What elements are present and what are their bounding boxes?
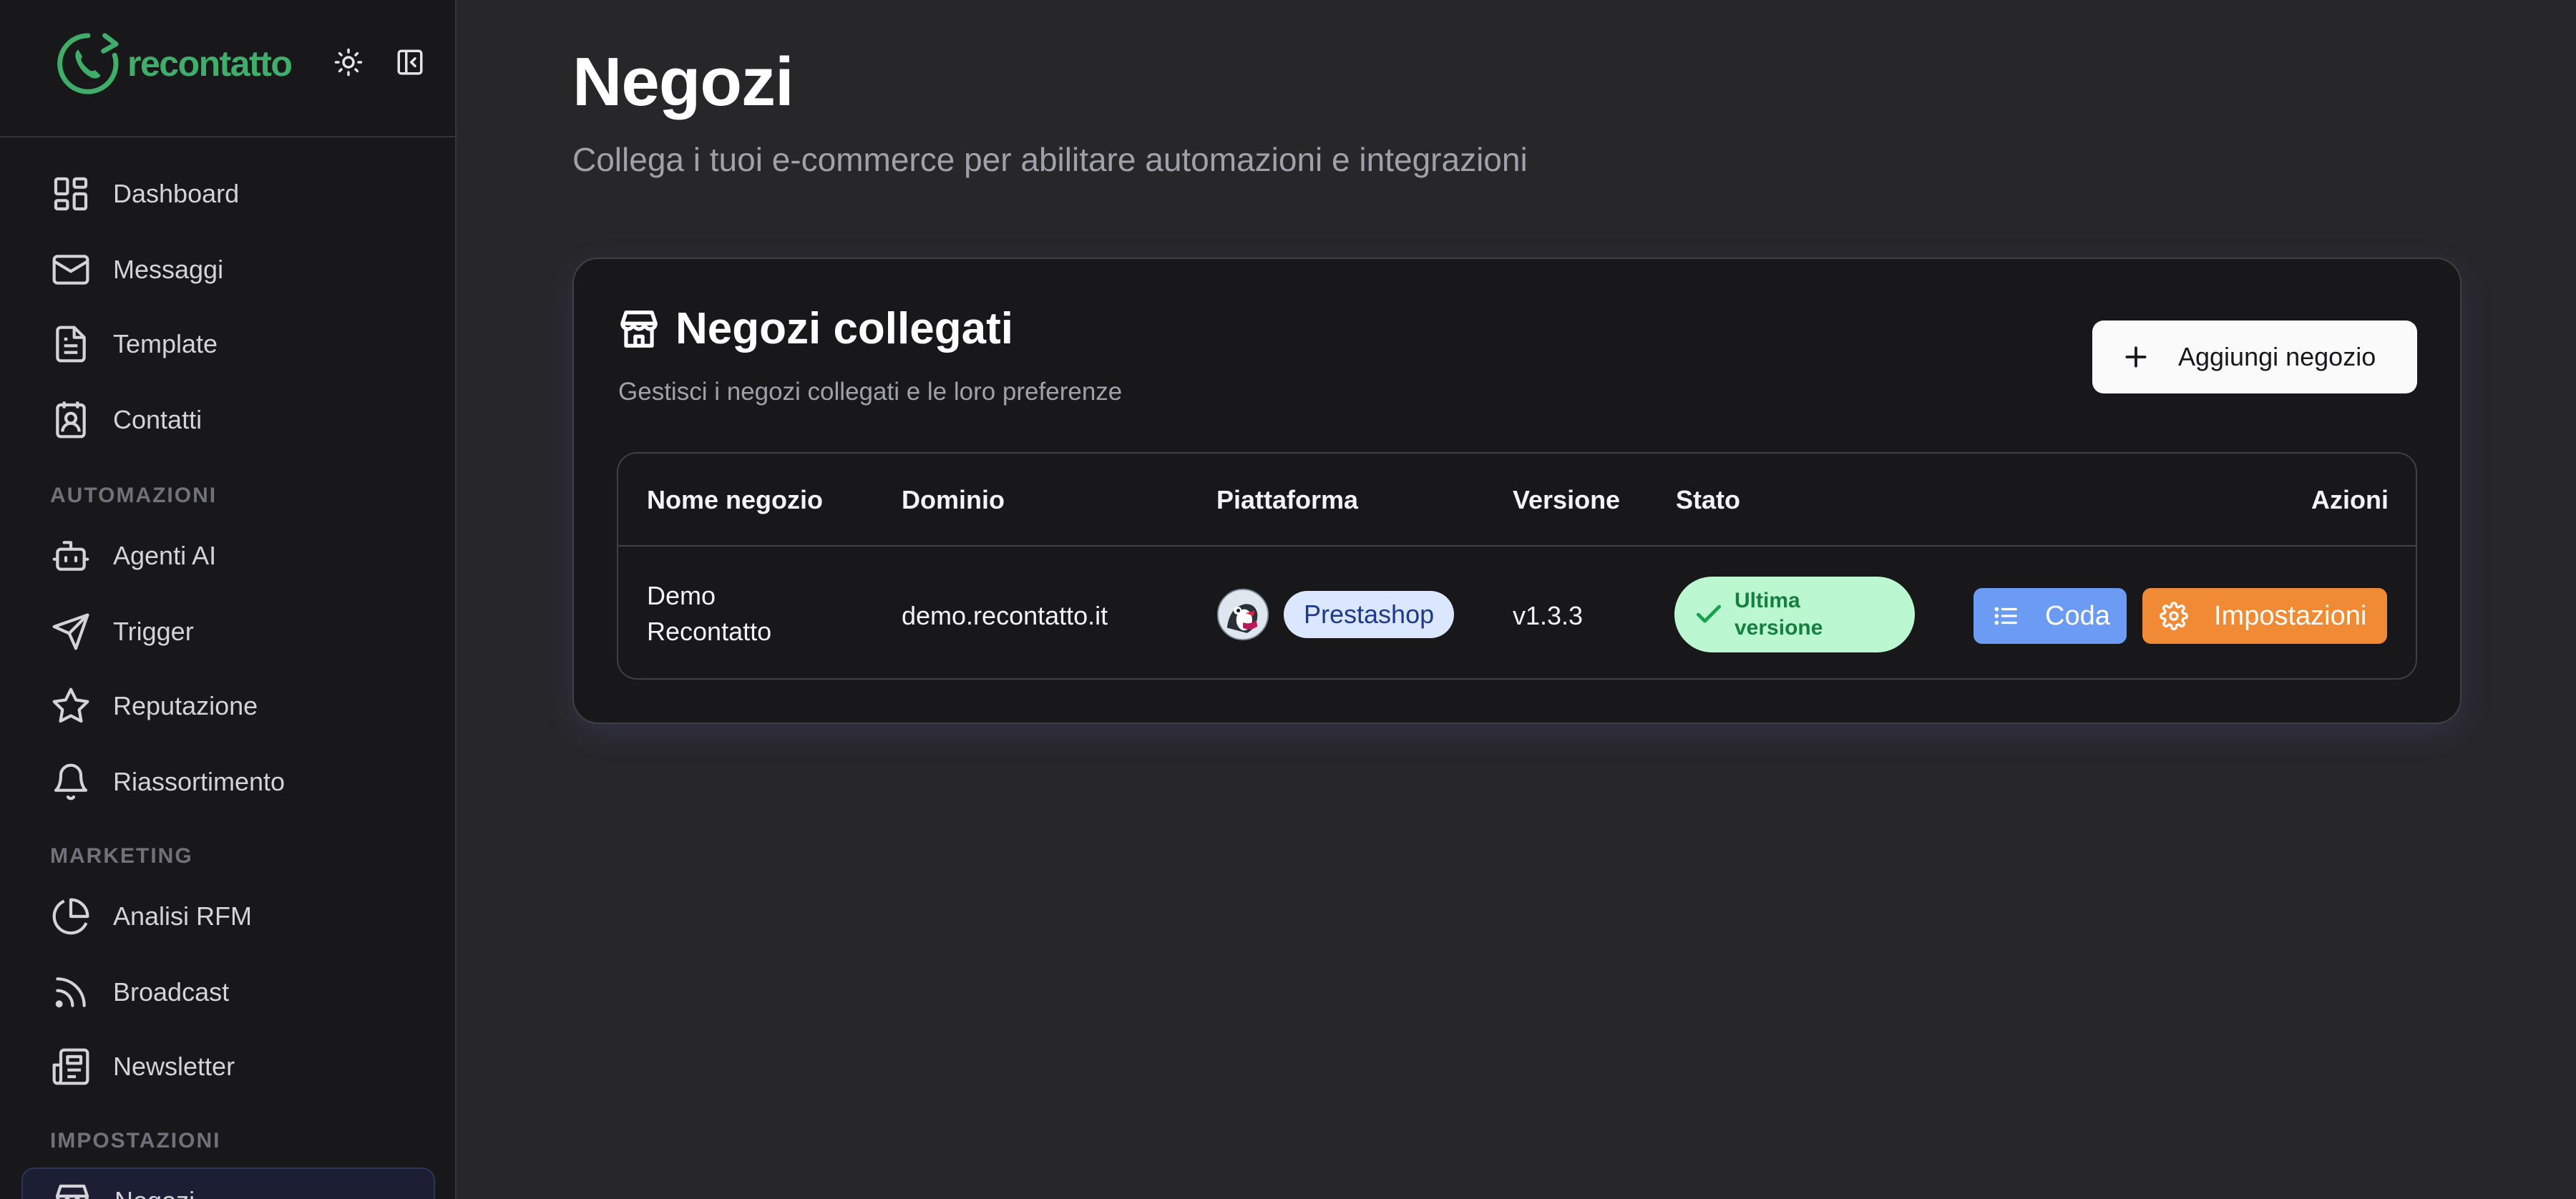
stores-table: Nome negozio Dominio Piattaforma Version… [617, 452, 2417, 680]
store-platform: Prestashop [1216, 588, 1455, 641]
store-name: Demo Recontatto [647, 581, 772, 646]
robot-icon [49, 534, 93, 578]
section-label-automazioni: AUTOMAZIONI [50, 484, 218, 507]
store-domain: demo.recontatto.it [902, 601, 1108, 630]
sidebar-item-trigger[interactable]: Trigger [21, 598, 435, 665]
column-header-name: Nome negozio [647, 485, 824, 514]
settings-button-label: Impostazioni [2214, 600, 2367, 631]
prestashop-logo-icon [1216, 588, 1269, 641]
store-icon [50, 1179, 94, 1199]
pie-chart-icon [49, 894, 93, 939]
column-header-version: Versione [1513, 485, 1621, 514]
plus-icon [2125, 346, 2147, 368]
sidebar-item-label: Riassortimento [113, 767, 286, 796]
star-icon [49, 684, 93, 728]
sidebar-header: recontatto [0, 0, 455, 137]
platform-badge: Prestashop [1284, 591, 1455, 638]
sidebar-item-label: Contatti [113, 405, 203, 434]
section-label-impostazioni: IMPOSTAZIONI [50, 1129, 221, 1152]
sidebar-item-label: Agenti AI [113, 541, 217, 570]
table-row: Demo Recontatto demo.recontatto.it Prest… [618, 548, 2416, 678]
store-settings-button[interactable]: Impostazioni [2142, 588, 2387, 644]
dashboard-icon [49, 172, 93, 216]
sidebar-item-label: Trigger [113, 617, 194, 646]
sidebar-item-template[interactable]: Template [21, 310, 435, 378]
sidebar-item-label: Negozi [114, 1186, 195, 1199]
send-icon [49, 610, 93, 654]
list-icon [1994, 607, 2017, 625]
contact-card-icon [49, 398, 93, 442]
store-version: v1.3.3 [1513, 601, 1584, 630]
page-title: Negozi [572, 44, 794, 120]
sidebar-item-negozi[interactable]: Negozi [21, 1168, 435, 1199]
logo-phone-icon [57, 33, 119, 94]
sidebar-item-dashboard[interactable]: Dashboard [21, 160, 435, 227]
status-text: Ultima versione [1735, 589, 1823, 640]
column-header-platform: Piattaforma [1216, 485, 1359, 514]
collapse-sidebar-button[interactable] [392, 44, 428, 80]
sun-icon [334, 48, 363, 77]
logo-text: recontatto [127, 44, 293, 84]
column-header-actions: Azioni [2311, 485, 2389, 514]
add-store-label: Aggiungi negozio [2178, 342, 2376, 371]
theme-toggle-button[interactable] [331, 44, 366, 80]
sidebar-item-reputazione[interactable]: Reputazione [21, 672, 435, 740]
panel-left-close-icon [397, 49, 423, 75]
card-title: Negozi collegati [675, 304, 1013, 353]
sidebar-item-label: Newsletter [113, 1052, 235, 1081]
sidebar-item-contatti[interactable]: Contatti [21, 386, 435, 454]
column-header-status: Stato [1676, 485, 1740, 514]
queue-button[interactable]: Coda [1974, 588, 2127, 644]
page-subtitle: Collega i tuoi e-commerce per abilitare … [572, 141, 1528, 178]
rss-icon [49, 970, 93, 1014]
sidebar-item-label: Messaggi [113, 255, 224, 284]
sidebar-item-label: Analisi RFM [113, 901, 253, 931]
sidebar-item-label: Broadcast [113, 977, 230, 1007]
sidebar-item-broadcast[interactable]: Broadcast [21, 959, 435, 1026]
sidebar-item-label: Template [113, 329, 218, 358]
document-icon [49, 322, 93, 366]
sidebar-item-label: Reputazione [113, 691, 258, 720]
stores-card: Negozi collegati Gestisci i negozi colle… [572, 258, 2462, 724]
bell-icon [49, 760, 93, 804]
sidebar-item-agenti-ai[interactable]: Agenti AI [21, 522, 435, 589]
mail-icon [49, 248, 93, 292]
column-header-domain: Dominio [902, 485, 1005, 514]
sidebar-item-messaggi[interactable]: Messaggi [21, 236, 435, 303]
sidebar-item-riassortimento[interactable]: Riassortimento [21, 748, 435, 816]
add-store-button[interactable]: Aggiungi negozio [2092, 320, 2417, 393]
gear-icon [2160, 602, 2188, 630]
queue-button-label: Coda [2045, 600, 2110, 631]
sidebar-item-newsletter[interactable]: Newsletter [21, 1033, 435, 1100]
section-label-marketing: MARKETING [50, 844, 193, 868]
sidebar: recontatto Dashboard Messaggi Template C… [0, 0, 457, 1199]
table-header: Nome negozio Dominio Piattaforma Version… [618, 454, 2416, 547]
app-logo[interactable]: recontatto [53, 29, 293, 99]
check-icon [1696, 605, 1722, 623]
newspaper-icon [49, 1044, 93, 1089]
sidebar-item-analisi-rfm[interactable]: Analisi RFM [21, 883, 435, 950]
card-header: Negozi collegati [617, 303, 1013, 354]
status-badge: Ultima versione [1674, 577, 1915, 652]
sidebar-item-label: Dashboard [113, 179, 240, 208]
store-icon [620, 310, 658, 348]
card-description: Gestisci i negozi collegati e le loro pr… [618, 378, 1123, 406]
